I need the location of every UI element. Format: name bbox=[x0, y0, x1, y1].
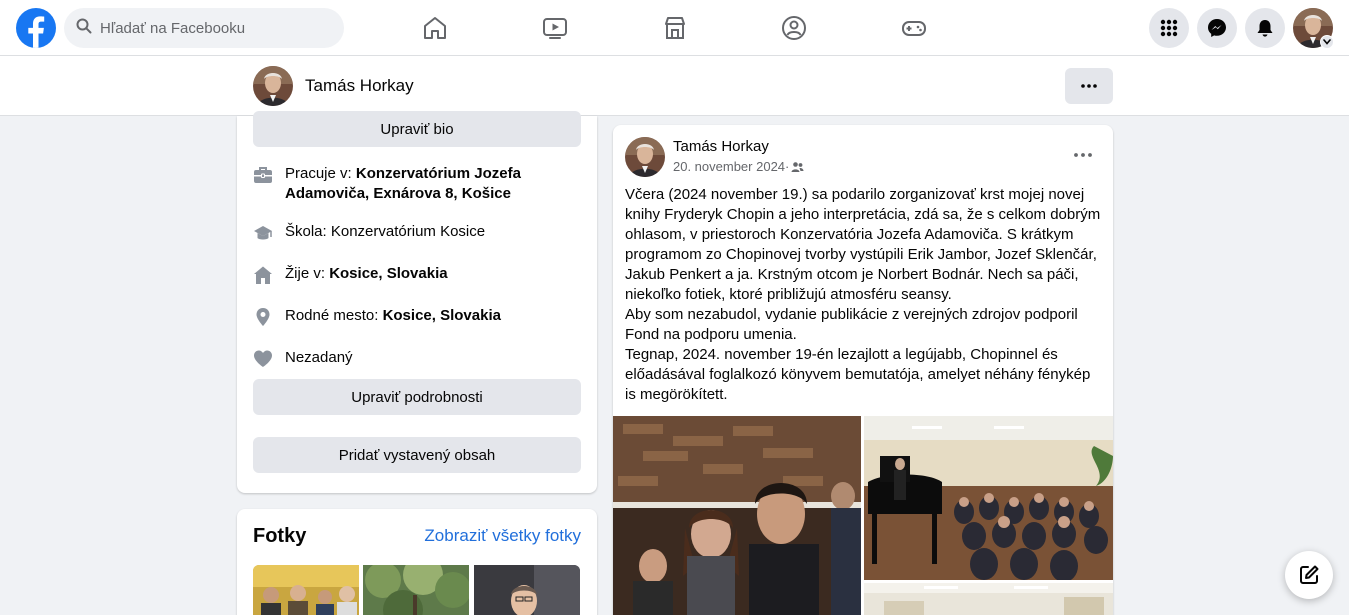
top-navigation-bar bbox=[0, 0, 1349, 56]
post-author-name[interactable]: Tamás Horkay bbox=[673, 138, 769, 155]
groups-icon[interactable] bbox=[778, 12, 810, 44]
post-meta: 20. november 2024 · bbox=[673, 159, 804, 174]
post-author-avatar[interactable] bbox=[625, 137, 665, 177]
relationship-info-text: Nezadaný bbox=[285, 349, 353, 366]
post-paragraph: Včera (2024 november 19.) sa podarilo zo… bbox=[625, 186, 1101, 303]
marketplace-icon[interactable] bbox=[659, 12, 691, 44]
search-icon bbox=[76, 18, 92, 39]
work-info-text: Pracuje v: Konzervatórium Jozefa Adamovi… bbox=[285, 164, 581, 204]
lives-info-row: Žije v: Kosice, Slovakia bbox=[253, 264, 581, 285]
add-featured-button[interactable]: Pridať vystavený obsah bbox=[253, 437, 581, 473]
post-date[interactable]: 20. november 2024 bbox=[673, 159, 785, 174]
photos-card: Fotky Zobraziť všetky fotky bbox=[237, 509, 597, 615]
post-photo[interactable] bbox=[613, 416, 861, 615]
location-pin-icon bbox=[253, 307, 273, 327]
profile-more-button[interactable] bbox=[1065, 68, 1113, 104]
profile-header-bar: Tamás Horkay bbox=[0, 56, 1349, 116]
photo-thumbnail[interactable] bbox=[363, 565, 469, 615]
school-info-text: Škola: Konzervatórium Kosice bbox=[285, 223, 486, 240]
heart-icon bbox=[253, 349, 273, 369]
meta-separator: · bbox=[785, 159, 790, 174]
notifications-icon[interactable] bbox=[1245, 8, 1285, 48]
work-label: Pracuje v: bbox=[285, 165, 356, 182]
see-all-photos-link[interactable]: Zobraziť všetky fotky bbox=[424, 526, 581, 546]
messenger-icon[interactable] bbox=[1197, 8, 1237, 48]
lives-label: Žije v: bbox=[285, 265, 330, 282]
post-paragraph: Tegnap, 2024. november 19-én lezajlott a… bbox=[625, 346, 1091, 403]
photo-thumbnail[interactable] bbox=[253, 565, 359, 615]
post-body: Včera (2024 november 19.) sa podarilo zo… bbox=[625, 185, 1101, 405]
work-info-row: Pracuje v: Konzervatórium Jozefa Adamovi… bbox=[253, 164, 581, 204]
post-paragraph: Aby som nezabudol, vydanie publikácie z … bbox=[625, 306, 1078, 343]
school-info-row: Škola: Konzervatórium Kosice bbox=[253, 222, 581, 243]
photo-thumbnail[interactable] bbox=[474, 565, 580, 615]
more-dots-icon bbox=[1074, 153, 1092, 157]
hometown-place-link[interactable]: Kosice, Slovakia bbox=[383, 307, 501, 324]
hometown-info-row: Rodné mesto: Kosice, Slovakia bbox=[253, 306, 581, 327]
profile-name[interactable]: Tamás Horkay bbox=[305, 76, 414, 96]
post-photo[interactable] bbox=[864, 583, 1113, 615]
briefcase-icon bbox=[253, 165, 273, 185]
watch-icon[interactable] bbox=[539, 12, 571, 44]
chevron-down-icon[interactable] bbox=[1320, 35, 1334, 49]
friends-audience-icon[interactable] bbox=[791, 161, 804, 173]
lives-info-text: Žije v: Kosice, Slovakia bbox=[285, 264, 448, 284]
post-card: Tamás Horkay 20. november 2024 · Včera (… bbox=[613, 125, 1113, 615]
lives-place-link[interactable]: Kosice, Slovakia bbox=[329, 265, 447, 282]
compose-icon bbox=[1300, 565, 1319, 584]
hometown-label: Rodné mesto: bbox=[285, 307, 383, 324]
profile-avatar[interactable] bbox=[253, 66, 293, 106]
post-photo[interactable] bbox=[864, 416, 1113, 580]
gaming-icon[interactable] bbox=[898, 12, 930, 44]
menu-grid-icon[interactable] bbox=[1149, 8, 1189, 48]
intro-card: Upraviť bio Pracuje v: Konzervatórium Jo… bbox=[237, 111, 597, 493]
edit-details-button[interactable]: Upraviť podrobnosti bbox=[253, 379, 581, 415]
new-message-button[interactable] bbox=[1285, 551, 1333, 599]
search-bar[interactable] bbox=[64, 8, 344, 48]
facebook-logo-icon[interactable] bbox=[16, 8, 56, 48]
search-input[interactable] bbox=[100, 19, 320, 37]
edit-bio-button[interactable]: Upraviť bio bbox=[253, 111, 581, 147]
post-options-button[interactable] bbox=[1065, 143, 1101, 167]
photos-title: Fotky bbox=[253, 525, 307, 547]
more-dots-icon bbox=[1081, 84, 1097, 88]
home-icon[interactable] bbox=[419, 12, 451, 44]
hometown-info-text: Rodné mesto: Kosice, Slovakia bbox=[285, 306, 501, 326]
home-icon bbox=[253, 265, 273, 285]
relationship-info-row: Nezadaný bbox=[253, 348, 581, 369]
graduation-cap-icon bbox=[253, 223, 273, 243]
